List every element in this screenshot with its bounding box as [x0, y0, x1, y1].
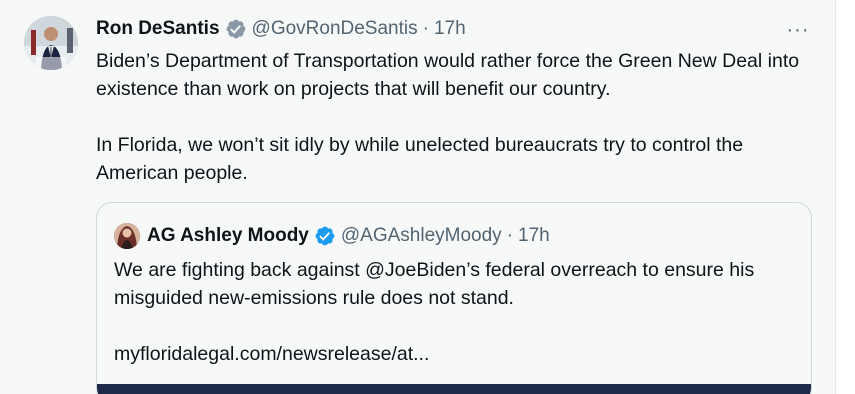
quote-media-preview[interactable]: [97, 384, 811, 394]
tweet-body: Biden’s Department of Transportation wou…: [96, 47, 806, 187]
tweet-paragraph: Biden’s Department of Transportation wou…: [96, 50, 800, 100]
author-avatar[interactable]: [24, 16, 78, 70]
verified-badge-icon: [314, 225, 336, 247]
more-options-icon[interactable]: ···: [784, 20, 812, 40]
tweet-time[interactable]: 17h: [434, 18, 466, 40]
author-handle[interactable]: @GovRonDeSantis: [252, 18, 418, 40]
quote-author-avatar[interactable]: [114, 223, 140, 249]
quote-body: We are fighting back against @JoeBiden’s…: [114, 256, 794, 368]
quote-time[interactable]: 17h: [518, 225, 550, 247]
quote-author-handle[interactable]: @AGAshleyMoody: [341, 225, 502, 247]
quote-link[interactable]: myfloridalegal.com/newsrelease/at...: [114, 340, 794, 368]
separator-dot: ·: [506, 225, 513, 246]
quote-header: AG Ashley Moody @AGAshleyMoody · 17h: [147, 221, 550, 251]
author-name[interactable]: Ron DeSantis: [96, 18, 220, 40]
tweet-card[interactable]: Ron DeSantis @GovRonDeSantis · 17h ··· B…: [0, 0, 836, 394]
quoted-tweet[interactable]: AG Ashley Moody @AGAshleyMoody · 17h We …: [96, 202, 812, 394]
quote-paragraph: We are fighting back against @JoeBiden’s…: [114, 259, 755, 309]
tweet-header: Ron DeSantis @GovRonDeSantis · 17h: [96, 15, 466, 43]
separator-dot: ·: [422, 18, 429, 39]
quote-author-name[interactable]: AG Ashley Moody: [147, 225, 309, 247]
page-background-strip: [836, 0, 855, 394]
verified-badge-icon: [225, 18, 247, 40]
tweet-paragraph: In Florida, we won’t sit idly by while u…: [96, 134, 744, 184]
